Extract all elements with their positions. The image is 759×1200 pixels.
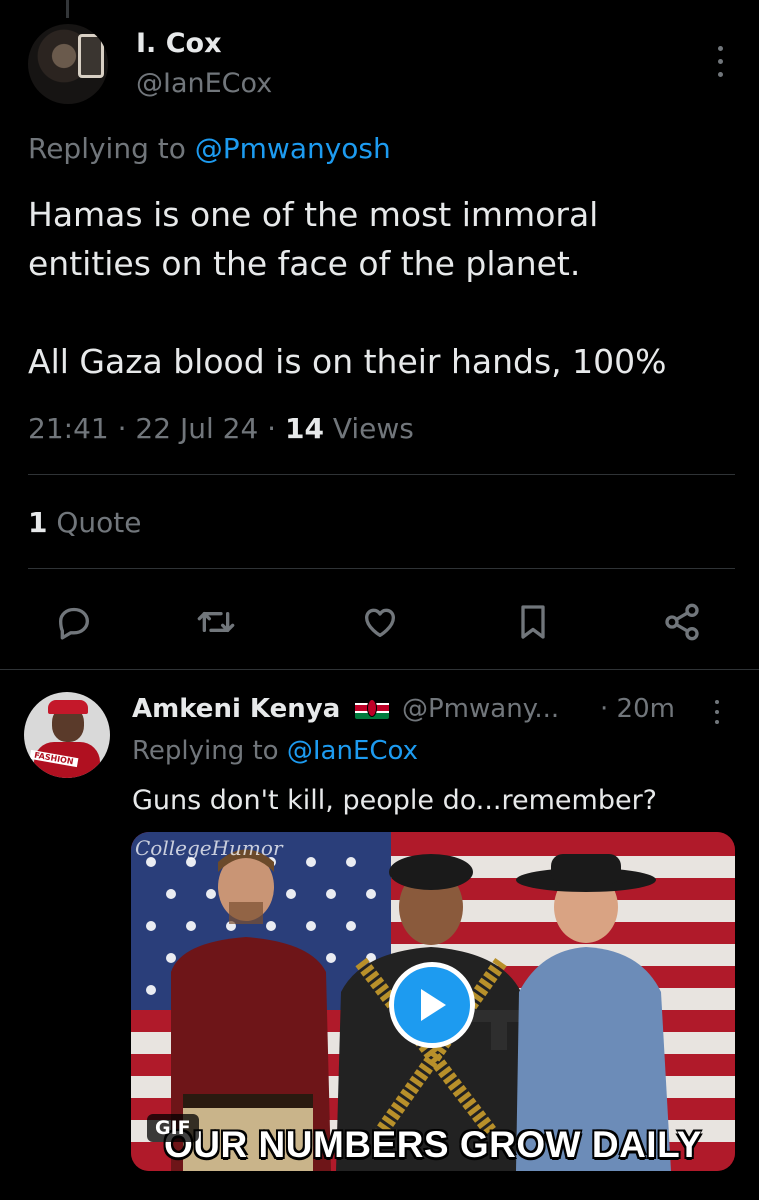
quotes-link[interactable]: 1 Quote bbox=[28, 506, 142, 539]
author-avatar[interactable] bbox=[28, 24, 108, 104]
gif-watermark: CollegeHumor bbox=[135, 836, 283, 860]
retweet-icon bbox=[197, 612, 235, 632]
author-handle[interactable]: @IanECox bbox=[136, 68, 272, 99]
retweet-button[interactable] bbox=[190, 596, 242, 648]
reply-replying-to: Replying to @IanECox bbox=[132, 736, 418, 766]
reply-author-name-row[interactable]: Amkeni Kenya bbox=[132, 694, 390, 724]
play-icon bbox=[421, 989, 446, 1021]
like-icon bbox=[365, 608, 395, 637]
gif-caption: OUR NUMBERS GROW DAILY bbox=[164, 1124, 702, 1165]
replying-to: Replying to @Pmwanyosh bbox=[28, 132, 391, 165]
more-options-icon[interactable] bbox=[715, 44, 725, 80]
reply-author-avatar[interactable]: FASHION bbox=[24, 692, 110, 778]
replying-prefix: Replying to bbox=[132, 736, 279, 766]
meta-separator: · bbox=[267, 412, 277, 445]
more-options-icon[interactable] bbox=[712, 698, 722, 728]
tweet-meta: 21:41 · 22 Jul 24 · 14 Views bbox=[28, 412, 414, 445]
divider bbox=[28, 568, 735, 569]
replying-prefix: Replying to bbox=[28, 132, 186, 165]
share-icon bbox=[665, 603, 699, 641]
tweet-time[interactable]: 21:41 bbox=[28, 412, 109, 445]
bookmark-icon bbox=[521, 605, 545, 639]
author-name[interactable]: I. Cox bbox=[136, 28, 221, 59]
reply-button[interactable] bbox=[48, 596, 100, 648]
replying-to-mention[interactable]: @Pmwanyosh bbox=[195, 132, 391, 165]
like-button[interactable] bbox=[354, 596, 406, 648]
share-button[interactable] bbox=[656, 596, 708, 648]
tweet-text-paragraph: All Gaza blood is on their hands, 100% bbox=[28, 342, 667, 381]
reply-author-name[interactable]: Amkeni Kenya bbox=[132, 694, 340, 724]
tweet-header: I. Cox @IanECox bbox=[0, 20, 759, 110]
action-bar bbox=[0, 596, 759, 648]
bookmark-button[interactable] bbox=[507, 596, 559, 648]
views-label[interactable]: Views bbox=[333, 412, 414, 445]
reply-text: Guns don't kill, people do...remember? bbox=[132, 785, 658, 816]
tweet-text: Hamas is one of the most immoral entitie… bbox=[28, 190, 728, 435]
tweet-date[interactable]: 22 Jul 24 bbox=[135, 412, 258, 445]
gif-badge: GIF bbox=[147, 1114, 199, 1142]
reply-author-handle[interactable]: @Pmwany... bbox=[402, 694, 559, 724]
reply-time[interactable]: · 20m bbox=[600, 694, 675, 724]
quote-label: Quote bbox=[56, 506, 142, 539]
gif-media[interactable]: CollegeHumor OUR NUMBERS GROW DAILY GIF bbox=[131, 832, 735, 1171]
replying-to-mention[interactable]: @IanECox bbox=[287, 736, 418, 766]
reply-icon bbox=[59, 607, 90, 640]
thread-connector-line bbox=[66, 0, 69, 18]
tweet-text-paragraph: Hamas is one of the most immoral entitie… bbox=[28, 195, 599, 283]
kenya-flag-icon bbox=[355, 697, 390, 719]
views-count[interactable]: 14 bbox=[285, 412, 324, 445]
divider bbox=[28, 474, 735, 475]
play-button[interactable] bbox=[389, 962, 475, 1048]
divider bbox=[0, 669, 759, 670]
meta-separator: · bbox=[117, 412, 127, 445]
quote-count: 1 bbox=[28, 506, 48, 539]
